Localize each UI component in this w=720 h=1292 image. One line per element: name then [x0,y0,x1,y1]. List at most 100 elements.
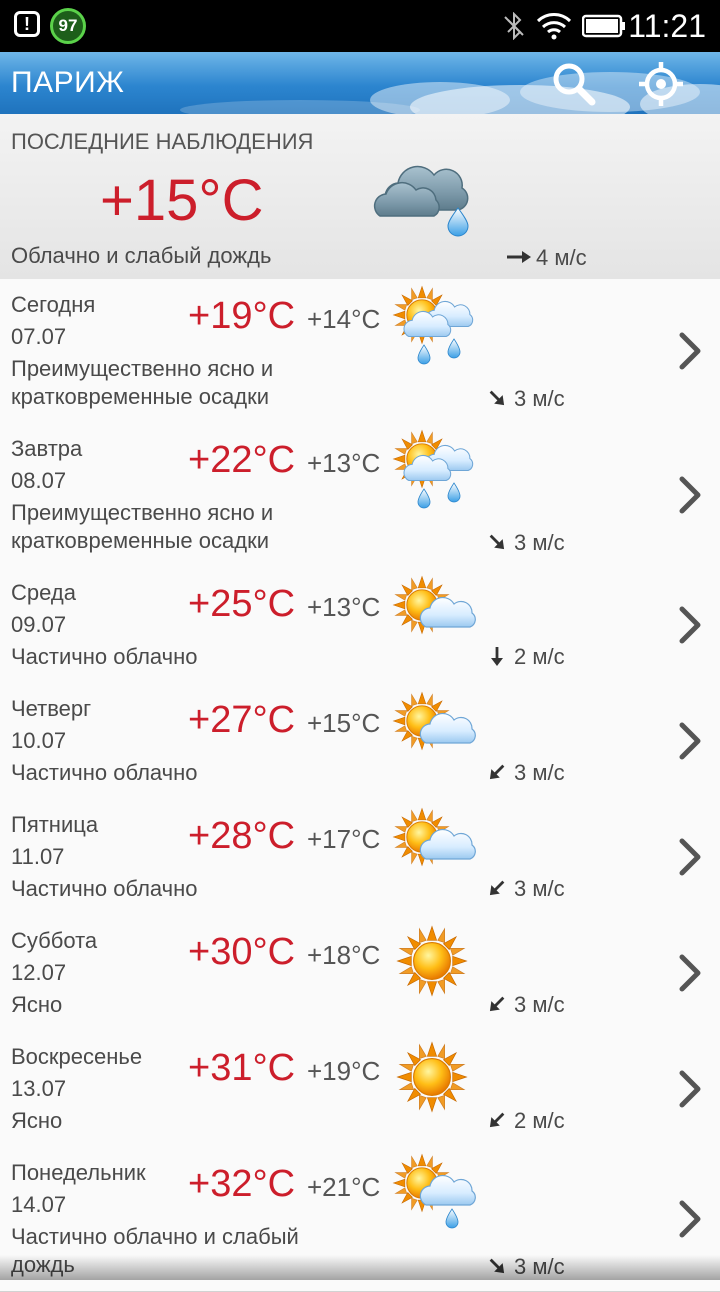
current-wind: 4 м/с [506,244,587,272]
wind-arrow-southwest-icon [489,1112,505,1128]
current-wind-speed: 4 м/с [536,245,587,270]
status-bar: ! 97 11:21 [0,0,720,52]
forecast-low-temp: +15°C [307,708,381,738]
forecast-high-temp: +28°C [188,815,296,857]
forecast-day: Завтра [11,436,83,461]
forecast-high-temp: +30°C [188,931,296,973]
forecast-wind: 2 м/с [486,1107,565,1135]
forecast-date: 09.07 [11,612,67,637]
forecast-low-temp: +13°C [307,592,381,622]
forecast-row[interactable]: Среда 09.07 Частично облачно +25°C +13°C… [0,567,720,684]
forecast-description: Преимущественно ясно и кратковременные о… [11,356,274,409]
forecast-description: Ясно [11,992,63,1017]
chevron-right-icon[interactable] [676,1199,706,1239]
forecast-icon [392,285,476,373]
forecast-row[interactable]: Понедельник 14.07 Частично облачно и сла… [0,1147,720,1292]
current-temperature: +15°C [100,168,264,233]
app-bar: ПАРИЖ [0,52,720,114]
forecast-icon [392,573,476,661]
forecast-day: Среда [11,580,76,605]
forecast-row[interactable]: Четверг 10.07 Частично облачно +27°C +15… [0,683,720,800]
forecast-day: Воскресенье [11,1044,143,1069]
forecast-row[interactable]: Суббота 12.07 Ясно +30°C +18°C 3 м/с [0,915,720,1032]
forecast-low-temp: +13°C [307,448,381,478]
wind-arrow-southwest-icon [489,996,505,1012]
forecast-icon [392,1037,476,1125]
forecast-high-temp: +19°C [188,295,296,337]
forecast-low-temp: +17°C [307,824,381,854]
forecast-row[interactable]: Воскресенье 13.07 Ясно +31°C +19°C 2 м/с [0,1031,720,1148]
forecast-wind-speed: 2 м/с [514,1108,565,1133]
forecast-wind: 3 м/с [486,529,565,557]
city-title: ПАРИЖ [11,66,125,99]
chevron-right-icon[interactable] [676,721,706,761]
wind-arrow-southwest-icon [489,880,505,896]
forecast-description: Частично облачно [11,760,198,785]
forecast-date: 13.07 [11,1076,67,1101]
current-description: Облачно и слабый дождь [11,243,272,268]
forecast-description: Частично облачно [11,876,198,901]
forecast-date: 07.07 [11,324,67,349]
forecast-date: 12.07 [11,960,67,985]
forecast-icon [392,921,476,1009]
chevron-right-icon[interactable] [676,475,706,515]
forecast-high-temp: +27°C [188,699,296,741]
battery-icon [582,14,625,38]
forecast-low-temp: +21°C [307,1172,381,1202]
forecast-high-temp: +25°C [188,583,296,625]
forecast-wind-speed: 3 м/с [514,876,565,901]
forecast-wind-speed: 3 м/с [514,386,565,411]
forecast-row[interactable]: Пятница 11.07 Частично облачно +28°C +17… [0,799,720,916]
forecast-wind-speed: 3 м/с [514,992,565,1017]
forecast-description: Частично облачно и слабый дождь [11,1224,299,1277]
notification-badge: 97 [50,8,86,44]
arrow-right-icon [507,251,531,263]
forecast-row[interactable]: Завтра 08.07 Преимущественно ясно и крат… [0,423,720,568]
forecast-wind: 3 м/с [486,875,565,903]
chevron-right-icon[interactable] [676,837,706,877]
forecast-date: 14.07 [11,1192,67,1217]
chevron-right-icon[interactable] [676,605,706,645]
forecast-icon [392,429,476,517]
forecast-row[interactable]: Сегодня 07.07 Преимущественно ясно и кра… [0,279,720,424]
locate-icon[interactable] [637,60,685,108]
search-icon[interactable] [550,60,596,106]
forecast-description: Преимущественно ясно и кратковременные о… [11,500,274,553]
alert-icon: ! [14,11,40,37]
forecast-day: Пятница [11,812,99,837]
sun-icon [396,925,468,997]
forecast-day: Четверг [11,696,92,721]
forecast-wind-speed: 3 м/с [514,530,565,555]
sun-cloud-icon [393,692,476,750]
forecast-low-temp: +14°C [307,304,381,334]
wind-arrow-southeast-icon [489,534,505,550]
sun-cloud-rain-icon [393,286,474,365]
wind-arrow-southeast-icon [489,390,505,406]
chevron-right-icon[interactable] [676,331,706,371]
chevron-right-icon[interactable] [676,953,706,993]
bluetooth-off-icon [504,12,524,40]
sun-cloud-icon [393,576,476,634]
forecast-wind: 3 м/с [486,991,565,1019]
wind-arrow-southwest-icon [489,764,505,780]
cloud-rain-icon [373,165,469,237]
forecast-day: Суббота [11,928,98,953]
forecast-low-temp: +19°C [307,1056,381,1086]
wind-arrow-south-icon [491,647,503,666]
forecast-low-temp: +18°C [307,940,381,970]
sun-icon [396,1041,468,1113]
sun-cloud-icon [393,808,476,866]
forecast-wind-speed: 3 м/с [514,1254,565,1279]
forecast-wind: 3 м/с [486,385,565,413]
forecast-icon [392,1153,476,1241]
forecast-wind-speed: 3 м/с [514,760,565,785]
forecast-wind: 3 м/с [486,759,565,787]
forecast-wind: 2 м/с [486,643,565,671]
current-observation[interactable]: ПОСЛЕДНИЕ НАБЛЮДЕНИЯ +15°C Облачно и сла… [0,114,720,280]
forecast-high-temp: +32°C [188,1163,296,1205]
sun-cloud-drop-icon [393,1154,476,1229]
chevron-right-icon[interactable] [676,1069,706,1109]
sun-cloud-rain-icon [393,430,474,509]
wind-arrow-southeast-icon [489,1258,505,1274]
forecast-day: Понедельник [11,1160,146,1185]
